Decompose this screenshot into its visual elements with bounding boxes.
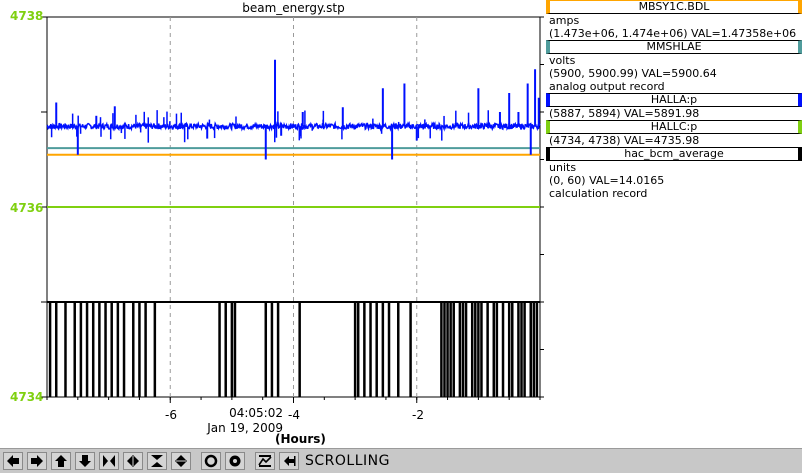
up-arrow-icon[interactable]: [51, 452, 71, 470]
legend-header[interactable]: MBSY1C.BDL: [546, 0, 802, 14]
legend-text: volts: [549, 54, 576, 67]
zoom-in-horizontal-icon[interactable]: [99, 452, 119, 470]
legend-header[interactable]: HALLA:p: [546, 93, 802, 107]
current-date: Jan 19, 2009: [207, 421, 283, 435]
chart-title: beam_energy.stp: [242, 1, 345, 15]
legend-text: calculation record: [549, 187, 648, 200]
x-axis-label: (Hours): [275, 432, 326, 446]
chart-svg: [41, 16, 544, 403]
config-icon[interactable]: [225, 452, 245, 470]
x-tick-label: -4: [288, 408, 300, 422]
print-icon[interactable]: [279, 452, 299, 470]
legend-text: (5900, 5900.99) VAL=5900.64: [549, 67, 717, 80]
zoom-in-vertical-icon[interactable]: [147, 452, 167, 470]
x-tick-label: -6: [165, 408, 177, 422]
current-time-label: 04:05:02 Jan 19, 2009: [207, 406, 283, 436]
legend-text: analog output record: [549, 80, 665, 93]
legend-header[interactable]: MMSHLAE: [546, 40, 802, 54]
zoom-out-vertical-icon[interactable]: [171, 452, 191, 470]
zoom-out-horizontal-icon[interactable]: [123, 452, 143, 470]
legend-header[interactable]: hac_bcm_average: [546, 147, 802, 161]
legend-text: (1.473e+06, 1.474e+06) VAL=1.47358e+06: [549, 27, 797, 40]
plot-area[interactable]: beam_energy.stp 4738 4736 4734 -6 -4 -2 …: [0, 0, 545, 448]
right-arrow-icon[interactable]: [27, 452, 47, 470]
current-time: 04:05:02: [229, 406, 283, 420]
toolbar: SCROLLING: [0, 448, 802, 473]
down-arrow-icon[interactable]: [75, 452, 95, 470]
legend-text: amps: [549, 14, 580, 27]
left-arrow-icon[interactable]: [3, 452, 23, 470]
status-text: SCROLLING: [305, 453, 390, 469]
reset-icon[interactable]: [201, 452, 221, 470]
scroll-icon[interactable]: [255, 452, 275, 470]
legend-panel: MBSY1C.BDL amps (1.473e+06, 1.474e+06) VAL…: [545, 0, 802, 200]
y-tick-label: 4736: [10, 201, 44, 215]
legend-header[interactable]: HALLC:p: [546, 120, 802, 134]
legend-text: (4734, 4738) VAL=4735.98: [549, 134, 700, 147]
x-tick-label: -2: [412, 408, 424, 422]
legend-text: (0, 60) VAL=14.0165: [549, 174, 665, 187]
legend-text: units: [549, 161, 577, 174]
y-tick-label: 4734: [10, 390, 44, 404]
y-tick-label: 4738: [10, 9, 44, 23]
legend-text: (5887, 5894) VAL=5891.98: [549, 107, 700, 120]
